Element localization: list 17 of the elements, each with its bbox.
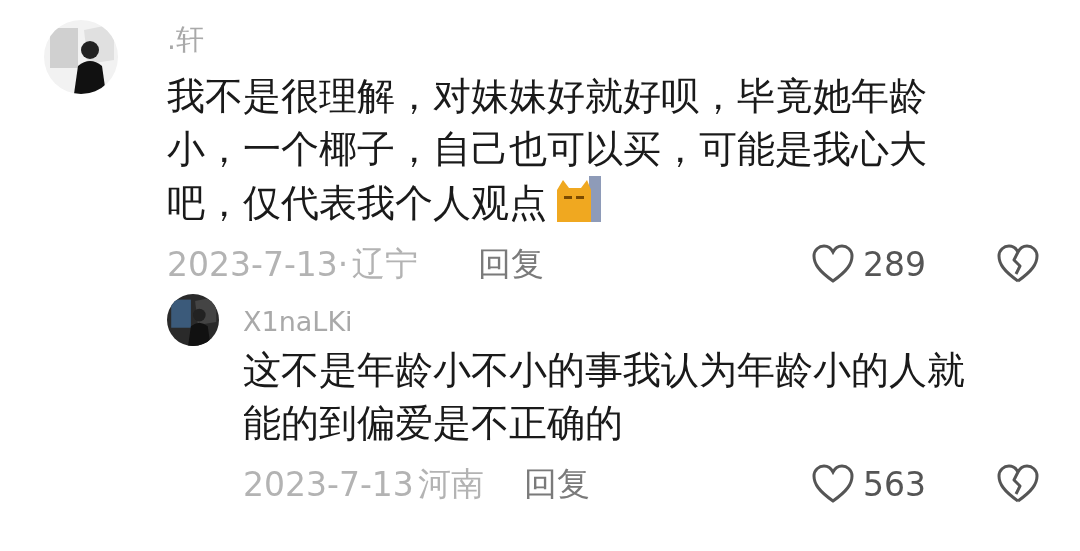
like-count: 289: [863, 244, 926, 284]
comment-date: 2023-7-13·: [167, 244, 349, 284]
reply-button[interactable]: 回复: [523, 461, 590, 507]
cat-emoji-icon: [555, 176, 601, 222]
comment-location: 河南: [417, 462, 484, 505]
comment-date: 2023-7-13: [243, 464, 414, 504]
broken-heart-icon[interactable]: [996, 464, 1040, 504]
broken-heart-icon[interactable]: [996, 244, 1040, 284]
heart-icon[interactable]: [811, 244, 855, 284]
user-name[interactable]: X1naLKi: [243, 302, 1040, 342]
heart-icon[interactable]: [811, 464, 855, 504]
comment-text: 我不是很理解，对妹妹好就好呗，毕竟她年龄小，一个椰子，自己也可以买，可能是我心大吧，仅代表我个人观点: [167, 73, 928, 227]
user-name[interactable]: .轩: [167, 20, 1040, 60]
comment-text: 这不是年龄小不小的事我认为年龄小的人就能的到偏爱是不正确的: [243, 347, 966, 447]
reply-button[interactable]: 回复: [478, 241, 545, 287]
like-count: 563: [863, 464, 926, 504]
comment-location: 辽宁: [352, 242, 419, 285]
